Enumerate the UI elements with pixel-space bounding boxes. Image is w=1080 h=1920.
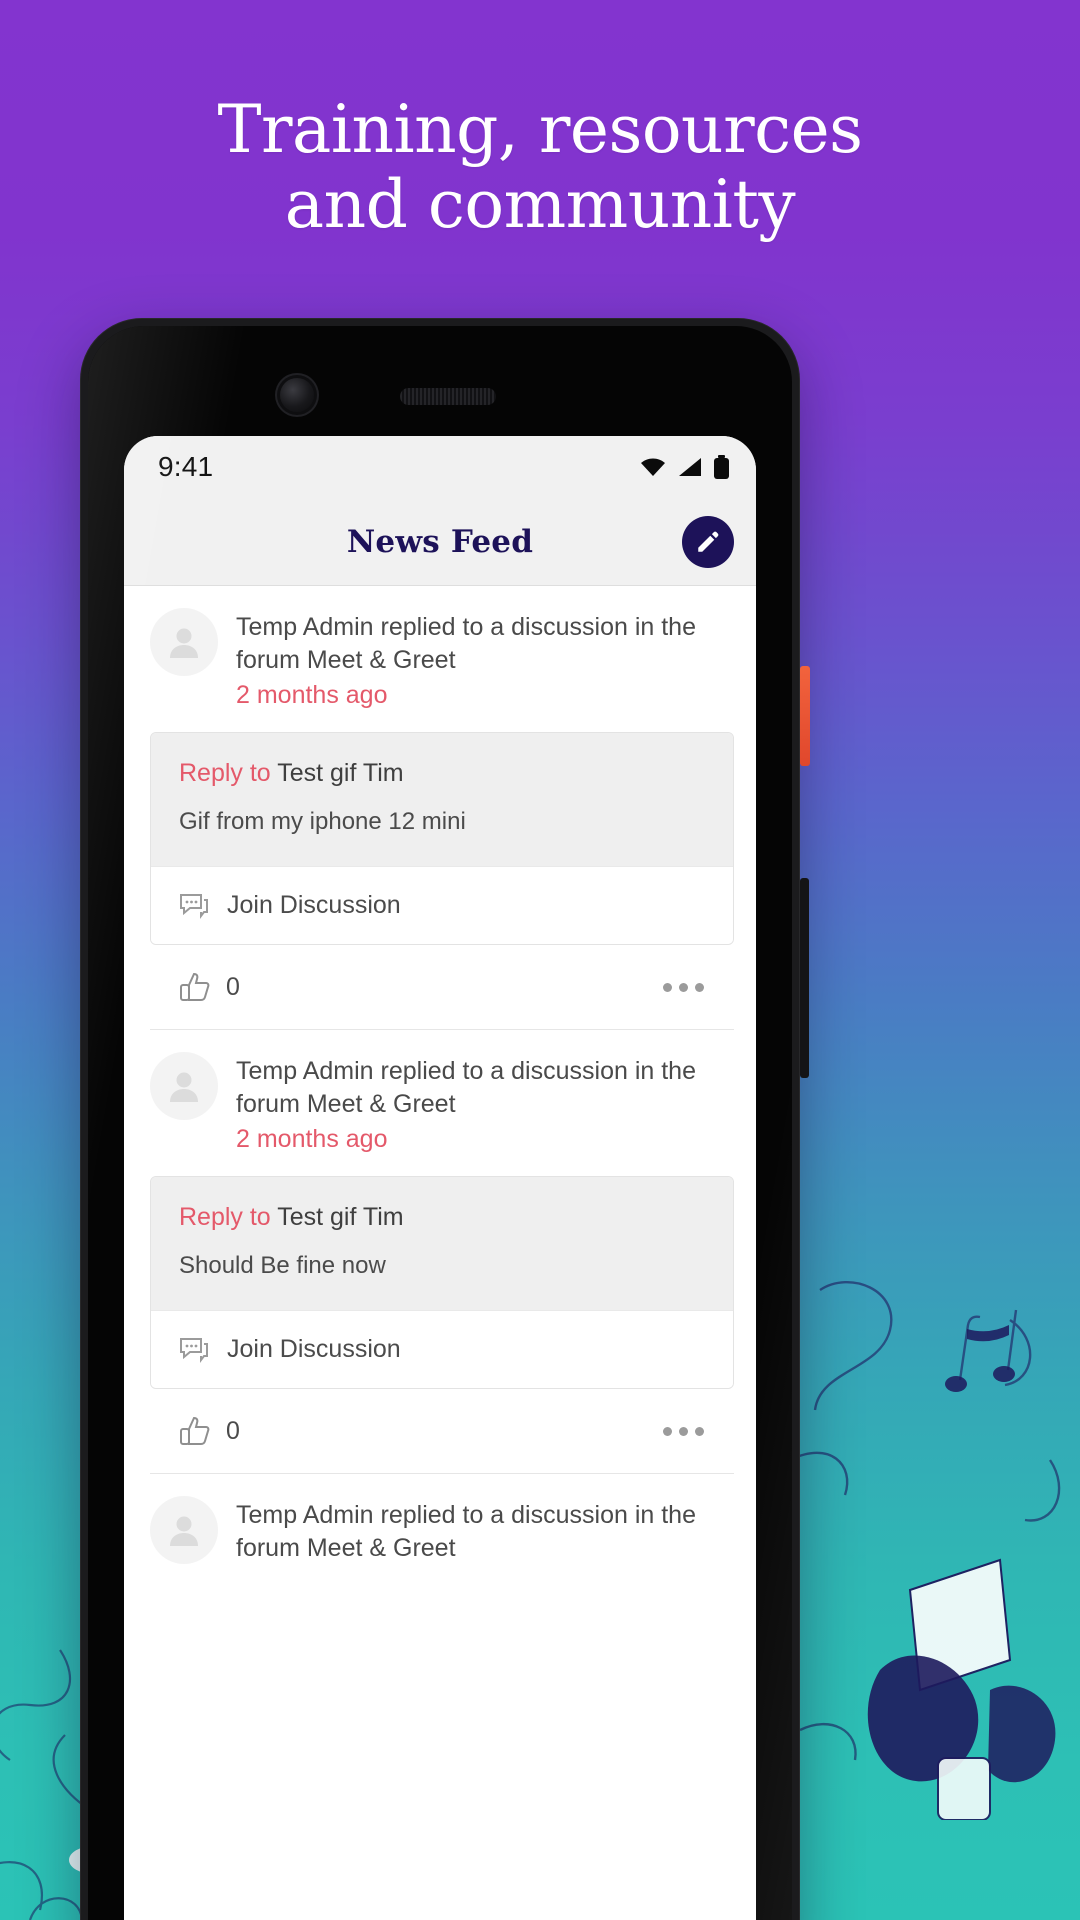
avatar	[150, 1496, 218, 1564]
headline-line-1: Training, resources	[217, 91, 863, 168]
join-discussion-label: Join Discussion	[227, 1335, 401, 1363]
avatar	[150, 608, 218, 676]
compose-post-button[interactable]	[682, 515, 734, 568]
person-placeholder-icon	[170, 1516, 198, 1546]
post-actions: 0	[150, 1389, 734, 1474]
feed-post[interactable]: Temp Admin replied to a discussion in th…	[124, 1030, 756, 1474]
join-discussion-button[interactable]: Join Discussion	[151, 1310, 733, 1388]
status-bar-clock: 9:41	[158, 451, 214, 482]
join-discussion-button[interactable]: Join Discussion	[151, 866, 733, 944]
promo-headline: Training, resources and community	[0, 91, 1080, 244]
promo-screenshot: Training, resources and community 9:41 N…	[0, 0, 1080, 1920]
headline-line-2: and community	[284, 166, 796, 244]
phone-front-camera	[280, 378, 314, 412]
reply-to-label: Reply to	[179, 1203, 271, 1231]
post-title: Temp Admin replied to a discussion in th…	[236, 1501, 696, 1562]
post-title: Temp Admin replied to a discussion in th…	[236, 613, 696, 674]
status-bar: 9:41	[124, 436, 756, 498]
feed-post[interactable]: Temp Admin replied to a discussion in th…	[124, 586, 756, 1030]
more-horizontal-icon[interactable]	[663, 1426, 704, 1436]
chat-bubble-icon	[180, 893, 208, 919]
reply-heading: Reply to Test gif Tim	[179, 1203, 705, 1232]
post-header: Temp Admin replied to a discussion in th…	[124, 1474, 756, 1576]
reply-subject: Test gif Tim	[277, 1203, 404, 1231]
reply-card[interactable]: Reply to Test gif Tim Should Be fine now	[150, 1176, 734, 1389]
post-actions: 0	[150, 945, 734, 1030]
more-horizontal-icon[interactable]	[663, 982, 704, 992]
reply-body: Reply to Test gif Tim Gif from my iphone…	[151, 733, 733, 866]
post-header: Temp Admin replied to a discussion in th…	[124, 1030, 756, 1166]
like-count: 0	[226, 972, 240, 1001]
cellular-signal-icon	[679, 458, 701, 476]
phone-volume-button	[800, 878, 809, 1078]
reply-text: Gif from my iphone 12 mini	[179, 808, 466, 835]
avatar	[150, 1052, 218, 1120]
phone-screen: 9:41 News Feed Temp Admin replied to a d…	[124, 436, 756, 1920]
post-timestamp: 2 months ago	[236, 681, 388, 709]
thumbs-up-icon	[180, 1416, 210, 1445]
wifi-icon	[641, 458, 665, 476]
feed-post[interactable]: Temp Admin replied to a discussion in th…	[124, 1474, 756, 1576]
reply-to-label: Reply to	[179, 759, 271, 787]
person-placeholder-icon	[170, 628, 198, 658]
post-header: Temp Admin replied to a discussion in th…	[124, 586, 756, 722]
like-button[interactable]: 0	[176, 971, 240, 1003]
news-feed-list[interactable]: Temp Admin replied to a discussion in th…	[124, 586, 756, 1636]
reply-card[interactable]: Reply to Test gif Tim Gif from my iphone…	[150, 732, 734, 945]
battery-icon	[714, 454, 729, 479]
thumbs-up-icon	[180, 972, 210, 1001]
chat-bubble-icon	[180, 1337, 208, 1363]
phone-earpiece-speaker	[400, 388, 496, 405]
join-discussion-label: Join Discussion	[227, 891, 401, 919]
post-title: Temp Admin replied to a discussion in th…	[236, 1057, 696, 1118]
post-timestamp: 2 months ago	[236, 1125, 388, 1153]
like-button[interactable]: 0	[176, 1415, 240, 1447]
pencil-icon	[698, 531, 719, 552]
phone-power-button	[800, 666, 810, 766]
app-bar: News Feed	[124, 498, 756, 586]
page-title: News Feed	[346, 523, 534, 560]
reply-body: Reply to Test gif Tim Should Be fine now	[151, 1177, 733, 1310]
person-placeholder-icon	[170, 1072, 198, 1102]
decorative-music-artwork	[789, 1280, 1061, 1820]
reply-heading: Reply to Test gif Tim	[179, 759, 705, 788]
phone-mockup: 9:41 News Feed Temp Admin replied to a d…	[80, 318, 810, 1920]
reply-subject: Test gif Tim	[277, 759, 404, 787]
like-count: 0	[226, 1416, 240, 1445]
reply-text: Should Be fine now	[179, 1252, 386, 1279]
